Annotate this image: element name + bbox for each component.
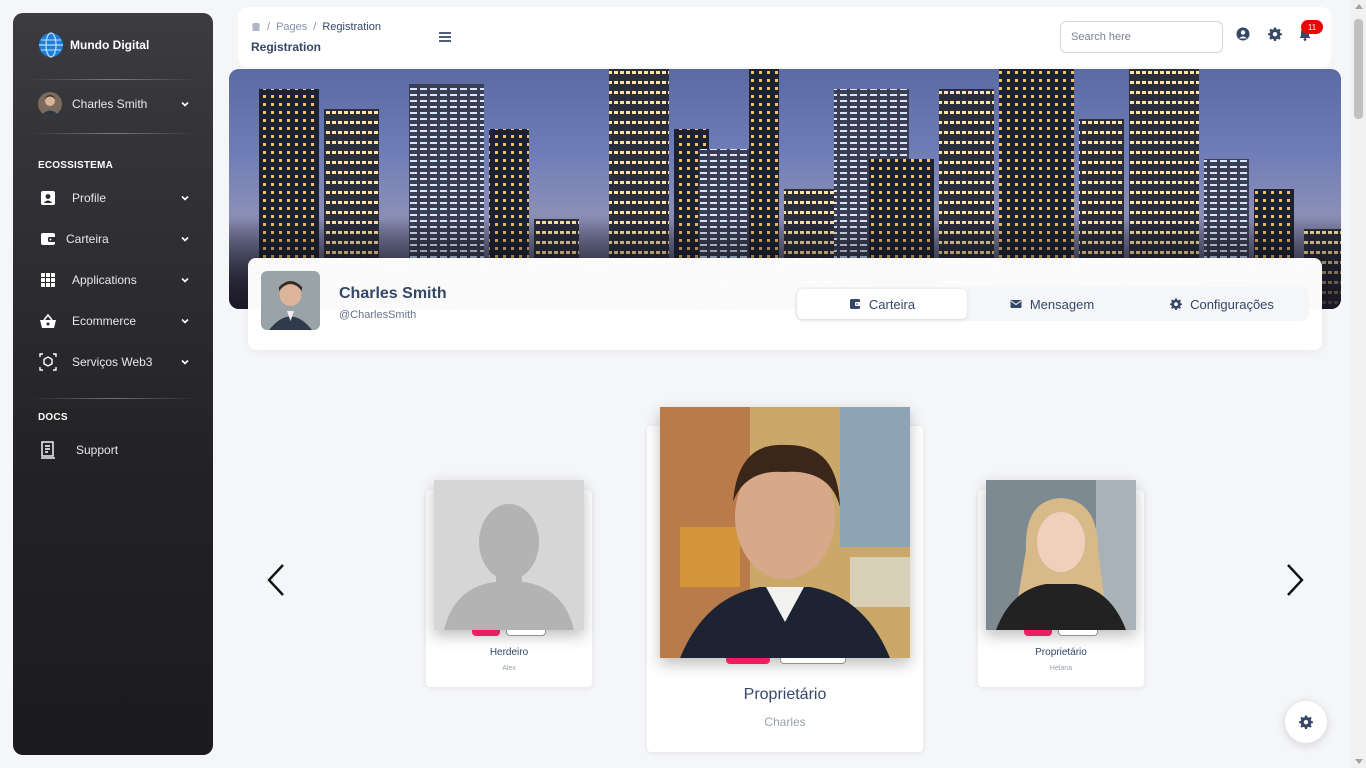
breadcrumb-separator: / <box>313 21 317 33</box>
gear-icon[interactable] <box>1268 27 1282 41</box>
tab-label: Carteira <box>868 296 916 312</box>
chevron-down-icon <box>181 277 189 283</box>
chevron-down-icon <box>181 236 189 242</box>
floating-settings-button[interactable] <box>1285 701 1327 743</box>
card-tab-indicator <box>1024 630 1052 636</box>
tab-mensagem[interactable]: Mensagem <box>967 289 1137 319</box>
wallet-icon <box>38 229 58 249</box>
sidebar-item-label: Support <box>76 443 119 457</box>
carousel-prev-icon[interactable] <box>266 563 286 597</box>
divider <box>29 133 197 134</box>
chevron-down-icon <box>181 101 189 107</box>
card-person-name: Alex <box>502 665 516 672</box>
divider <box>29 398 197 399</box>
user-circle-icon[interactable] <box>1236 27 1250 41</box>
sidebar-item-ecommerce[interactable]: Ecommerce <box>38 309 190 333</box>
carousel-card-heir[interactable]: Herdeiro Alex <box>426 480 592 687</box>
card-role: Proprietário <box>1035 647 1087 658</box>
sidebar-item-label: Profile <box>72 191 107 205</box>
top-navbar: / Pages / Registration Registration 11 <box>238 7 1331 67</box>
breadcrumb-separator: / <box>267 21 271 33</box>
breadcrumb-parent[interactable]: Pages <box>276 21 307 33</box>
sidebar-item-label: Carteira <box>66 232 109 246</box>
card-person-name: Helana <box>1049 665 1073 672</box>
card-tab-indicator <box>1058 630 1098 636</box>
chevron-down-icon <box>181 359 189 365</box>
card-role: Herdeiro <box>489 647 529 658</box>
search-input[interactable] <box>1060 21 1223 53</box>
profile-card: Charles Smith @CharlesSmith Carteira Men… <box>248 258 1322 350</box>
sidebar-item-servicos-web3[interactable]: Serviços Web3 <box>38 350 190 374</box>
owner-photo <box>986 480 1136 630</box>
profile-tabs: Carteira Mensagem Configurações <box>795 287 1309 321</box>
chevron-down-icon <box>181 318 189 324</box>
carousel-next-icon[interactable] <box>1285 563 1305 597</box>
card-tab-indicator <box>506 630 546 636</box>
basket-icon <box>38 311 58 331</box>
sidebar: Mundo Digital Charles Smith ECOSSISTEMA … <box>13 13 213 755</box>
web3-cube-icon <box>38 352 58 372</box>
shop-icon[interactable] <box>251 22 261 32</box>
document-icon <box>38 440 58 460</box>
divider <box>29 79 197 80</box>
scroll-down-arrow-icon[interactable] <box>1355 759 1363 764</box>
sidebar-user-name: Charles Smith <box>72 97 148 111</box>
brand-name: Mundo Digital <box>70 38 150 52</box>
profile-avatar <box>261 271 320 330</box>
wallet-icon <box>849 299 861 309</box>
placeholder-avatar-image <box>434 480 584 630</box>
tab-label: Configurações <box>1190 296 1274 312</box>
envelope-icon <box>1010 300 1022 308</box>
page-title: Registration <box>251 40 322 54</box>
avatar <box>38 92 62 116</box>
profile-name: Charles Smith <box>339 285 447 302</box>
carousel-card-owner[interactable]: Proprietário Helana <box>978 480 1144 687</box>
sidebar-item-label: Serviços Web3 <box>72 355 153 369</box>
sidebar-item-support[interactable]: Support <box>38 438 190 462</box>
breadcrumb-current: Registration <box>322 21 382 33</box>
card-tab-indicator <box>472 630 500 636</box>
card-person-name: Charles <box>764 715 806 729</box>
sidebar-item-carteira[interactable]: Carteira <box>38 227 190 251</box>
page-scrollbar[interactable] <box>1351 0 1366 768</box>
section-title-docs: DOCS <box>38 412 68 423</box>
brand[interactable]: Mundo Digital <box>38 31 149 59</box>
apps-grid-icon <box>38 270 58 290</box>
card-role: Proprietário <box>743 686 827 703</box>
contact-card-icon <box>38 188 58 208</box>
carousel-card-owner-active[interactable]: Proprietário Charles <box>647 407 923 752</box>
scroll-up-arrow-icon[interactable] <box>1355 4 1363 9</box>
hamburger-menu-icon[interactable] <box>438 30 452 44</box>
breadcrumb: / Pages / Registration <box>251 21 381 33</box>
card-tab-indicator <box>780 658 846 664</box>
sidebar-item-profile[interactable]: Profile <box>38 186 190 210</box>
tab-carteira[interactable]: Carteira <box>797 289 967 319</box>
gear-icon <box>1170 298 1183 310</box>
tab-label: Mensagem <box>1029 296 1095 312</box>
sidebar-item-applications[interactable]: Applications <box>38 268 190 292</box>
card-tab-indicator <box>726 658 770 664</box>
profile-handle: @CharlesSmith <box>339 309 417 321</box>
scrollbar-thumb[interactable] <box>1354 19 1363 119</box>
sidebar-item-label: Ecommerce <box>72 314 137 328</box>
gear-icon <box>1299 715 1313 729</box>
chevron-down-icon <box>181 195 189 201</box>
section-title-ecosystem: ECOSSISTEMA <box>38 160 113 171</box>
notification-badge: 11 <box>1301 20 1323 34</box>
tab-configuracoes[interactable]: Configurações <box>1137 289 1307 319</box>
globe-icon <box>39 32 63 58</box>
owner-photo <box>660 407 910 658</box>
sidebar-user[interactable]: Charles Smith <box>38 92 190 116</box>
sidebar-item-label: Applications <box>72 273 137 287</box>
